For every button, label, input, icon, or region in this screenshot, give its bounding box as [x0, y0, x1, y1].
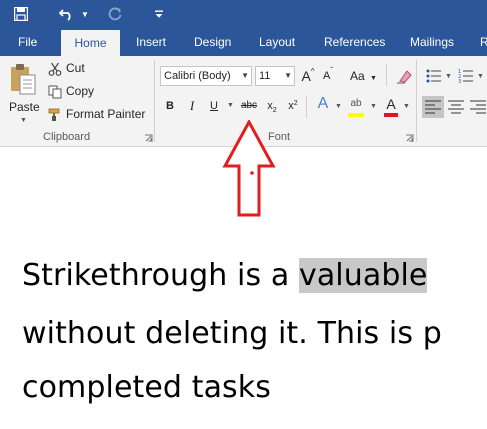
paste-button[interactable]: Paste ▼	[4, 60, 42, 126]
change-case-dropdown-icon[interactable]: ▼	[370, 75, 377, 82]
grow-font-label: A	[301, 68, 311, 84]
text-effects-button[interactable]: A	[314, 94, 332, 114]
tab-layout[interactable]: Layout	[259, 28, 295, 56]
font-name-value: Calibri (Body)	[164, 70, 231, 82]
ribbon-tab-bar: File Home Insert Design Layout Reference…	[0, 28, 487, 56]
tab-mailings[interactable]: Mailings	[410, 28, 454, 56]
tab-design[interactable]: Design	[194, 28, 231, 56]
font-color-dropdown-icon[interactable]: ▼	[403, 103, 410, 110]
tab-review[interactable]: R	[480, 28, 487, 56]
align-left-icon	[425, 100, 441, 114]
svg-text:3: 3	[458, 79, 461, 84]
font-color-label: A	[386, 96, 396, 112]
font-color-bar	[384, 113, 398, 117]
text-effects-dropdown-icon[interactable]: ▼	[335, 103, 342, 110]
subscript-button[interactable]: x2	[264, 96, 280, 116]
highlight-color-bar	[348, 113, 364, 117]
cut-label: Cut	[66, 61, 85, 75]
document-line-1: Strikethrough is a valuable	[22, 258, 428, 293]
bullets-dropdown-icon[interactable]: ▼	[445, 73, 452, 80]
change-case-label: Aa	[350, 69, 365, 83]
scissors-icon	[48, 62, 62, 76]
format-painter-button[interactable]: Format Painter	[46, 106, 150, 124]
undo-dropdown-icon[interactable]: ▼	[80, 0, 90, 28]
paste-label: Paste	[9, 100, 40, 114]
redo-icon	[104, 0, 126, 28]
align-right-icon[interactable]	[470, 100, 486, 114]
document-line-2: without deleting it. This is p	[22, 316, 442, 351]
highlight-label: ab	[350, 98, 362, 109]
underline-dropdown-icon[interactable]: ▼	[227, 102, 234, 109]
grow-font-button[interactable]: A^	[300, 66, 316, 86]
caret-up-icon: ^	[310, 67, 315, 76]
paste-icon	[11, 64, 36, 95]
superscript-button[interactable]: x2	[285, 96, 301, 116]
tab-references[interactable]: References	[324, 28, 385, 56]
subscript-mark: 2	[272, 107, 277, 114]
numbering-icon[interactable]: 1 2 3	[458, 68, 474, 84]
numbering-dropdown-icon[interactable]: ▼	[477, 73, 484, 80]
customize-qat-icon[interactable]	[152, 0, 166, 28]
align-left-button[interactable]	[422, 96, 444, 118]
cut-button[interactable]: Cut	[46, 60, 106, 78]
paste-dropdown-icon[interactable]: ▼	[20, 117, 27, 124]
title-bar: ▼	[0, 0, 487, 28]
inline-separator	[306, 96, 307, 118]
tab-file[interactable]: File	[18, 28, 37, 56]
underline-button[interactable]: U	[207, 96, 221, 116]
copy-button[interactable]: Copy	[46, 83, 106, 101]
subscript-label: x	[267, 100, 273, 112]
shrink-font-button[interactable]: Aˇ	[320, 66, 336, 86]
caret-down-icon: ˇ	[330, 66, 333, 75]
highlight-button[interactable]: ab	[346, 94, 366, 118]
copy-icon	[48, 85, 62, 99]
selected-text: valuable	[298, 258, 428, 293]
red-up-arrow-annotation	[222, 120, 276, 217]
undo-icon[interactable]	[56, 0, 78, 28]
copy-label: Copy	[66, 84, 95, 98]
group-separator	[154, 60, 155, 142]
document-line-3: completed tasks	[22, 370, 271, 405]
clipboard-group-label: Clipboard	[43, 131, 91, 143]
font-dialog-launcher-icon[interactable]	[405, 134, 414, 143]
tab-insert[interactable]: Insert	[136, 28, 166, 56]
font-name-dropdown-icon[interactable]: ▼	[241, 67, 249, 85]
superscript-mark: 2	[293, 100, 298, 107]
bold-button[interactable]: B	[163, 96, 177, 116]
tab-home[interactable]: Home	[61, 30, 120, 56]
font-color-button[interactable]: A	[382, 94, 400, 118]
clipboard-dialog-launcher-icon[interactable]	[144, 134, 153, 143]
font-size-value: 11	[259, 70, 271, 82]
bullets-icon[interactable]	[426, 68, 442, 84]
paintbrush-icon	[48, 108, 60, 121]
save-icon[interactable]	[10, 0, 32, 28]
font-name-box[interactable]: Calibri (Body) ▼	[160, 66, 252, 86]
change-case-button[interactable]: Aa ▼	[350, 66, 382, 86]
align-center-icon[interactable]	[448, 100, 464, 114]
highlight-dropdown-icon[interactable]: ▼	[370, 103, 377, 110]
group-separator	[416, 60, 417, 142]
clear-formatting-icon[interactable]	[396, 68, 412, 84]
font-size-dropdown-icon[interactable]: ▼	[284, 67, 292, 85]
line-1-text: Strikethrough is a	[22, 258, 299, 293]
strikethrough-button[interactable]: abc	[238, 96, 260, 116]
inline-separator	[386, 64, 387, 86]
font-size-box[interactable]: 11 ▼	[255, 66, 295, 86]
italic-button[interactable]: I	[185, 96, 199, 116]
format-painter-label: Format Painter	[66, 107, 146, 121]
superscript-label: x	[288, 100, 294, 112]
